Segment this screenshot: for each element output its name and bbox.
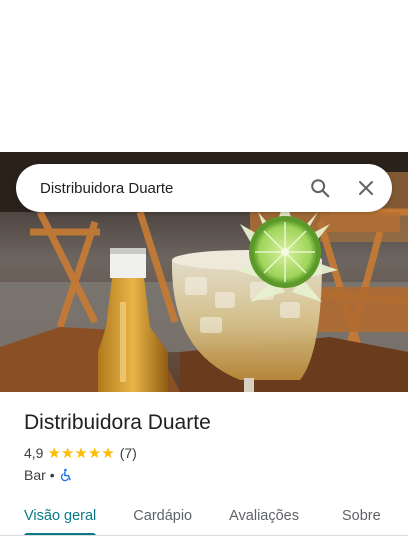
place-page: Distribuidora Duarte Distribuidora Duart… (0, 0, 408, 544)
wheelchair-icon (60, 468, 71, 482)
tab-about[interactable]: Sobre (342, 496, 381, 536)
star-rating: ★ ★ ★ ★ ★ (47, 446, 114, 461)
tab-label: Sobre (341, 508, 381, 524)
star-icon: ★ (101, 444, 115, 462)
place-title: Distribuidora Duarte (24, 411, 211, 434)
place-info: Distribuidora Duarte 4,9 ★ ★ ★ ★ ★ (7) B… (24, 392, 394, 484)
star-icon: ★ (74, 444, 88, 462)
separator: • (49, 467, 55, 483)
star-icon: ★ (87, 444, 102, 462)
star-icon: ★ (47, 444, 61, 462)
rating-row[interactable]: 4,9 ★ ★ ★ ★ ★ (7) (24, 444, 394, 462)
tab-label: Visão geral (24, 508, 97, 524)
close-button[interactable] (346, 168, 386, 208)
category-label: Bar (24, 467, 46, 483)
category-row: Bar • (24, 466, 394, 484)
tab-reviews[interactable]: Avaliações (229, 496, 299, 536)
search-button[interactable] (300, 168, 340, 208)
tab-menu[interactable]: Cardápio (133, 496, 192, 536)
tab-overview[interactable]: Visão geral (24, 496, 97, 536)
search-input[interactable]: Distribuidora Duarte (40, 180, 300, 197)
divider (0, 535, 408, 536)
tab-label: Avaliações (229, 508, 299, 524)
map-area[interactable] (0, 0, 408, 152)
rating-value: 4,9 (24, 445, 44, 461)
tab-label: Cardápio (133, 508, 193, 524)
close-icon (359, 181, 373, 195)
tab-bar: Visão geral Cardápio Avaliações Sobre (0, 496, 408, 536)
star-icon: ★ (60, 444, 75, 462)
review-count[interactable]: (7) (120, 445, 137, 461)
search-icon (311, 179, 330, 198)
search-bar[interactable]: Distribuidora Duarte (16, 164, 392, 212)
